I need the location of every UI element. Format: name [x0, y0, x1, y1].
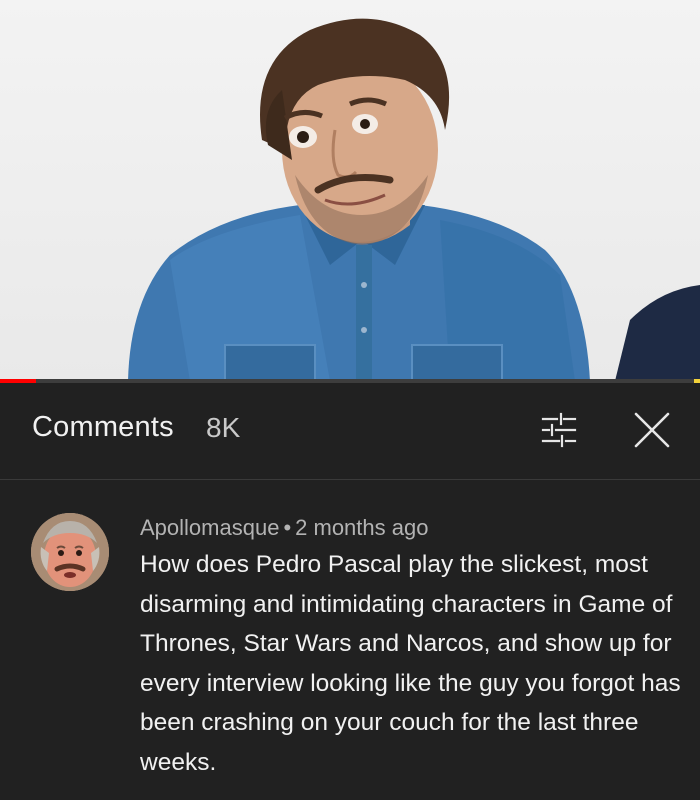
comments-count: 8K	[206, 412, 241, 443]
close-button[interactable]	[630, 410, 674, 450]
video-frame-image	[128, 18, 700, 381]
comments-header: Comments 8K	[0, 383, 700, 480]
video-player[interactable]	[0, 0, 700, 381]
comment-time: 2 months ago	[295, 515, 429, 540]
avatar-image	[31, 513, 109, 591]
comment-author[interactable]: Apollomasque	[140, 515, 279, 540]
meta-separator: •	[283, 515, 292, 540]
sort-filter-icon	[541, 412, 577, 448]
avatar[interactable]	[31, 513, 109, 591]
comment-meta: Apollomasque • 2 months ago	[140, 515, 428, 541]
sort-filter-button[interactable]	[537, 410, 581, 450]
comment-item: Apollomasque • 2 months ago How does Pedro…	[0, 481, 700, 800]
comments-title: Comments	[32, 411, 174, 443]
close-icon	[634, 412, 670, 448]
comment-text: How does Pedro Pascal play the slickest,…	[140, 551, 681, 776]
